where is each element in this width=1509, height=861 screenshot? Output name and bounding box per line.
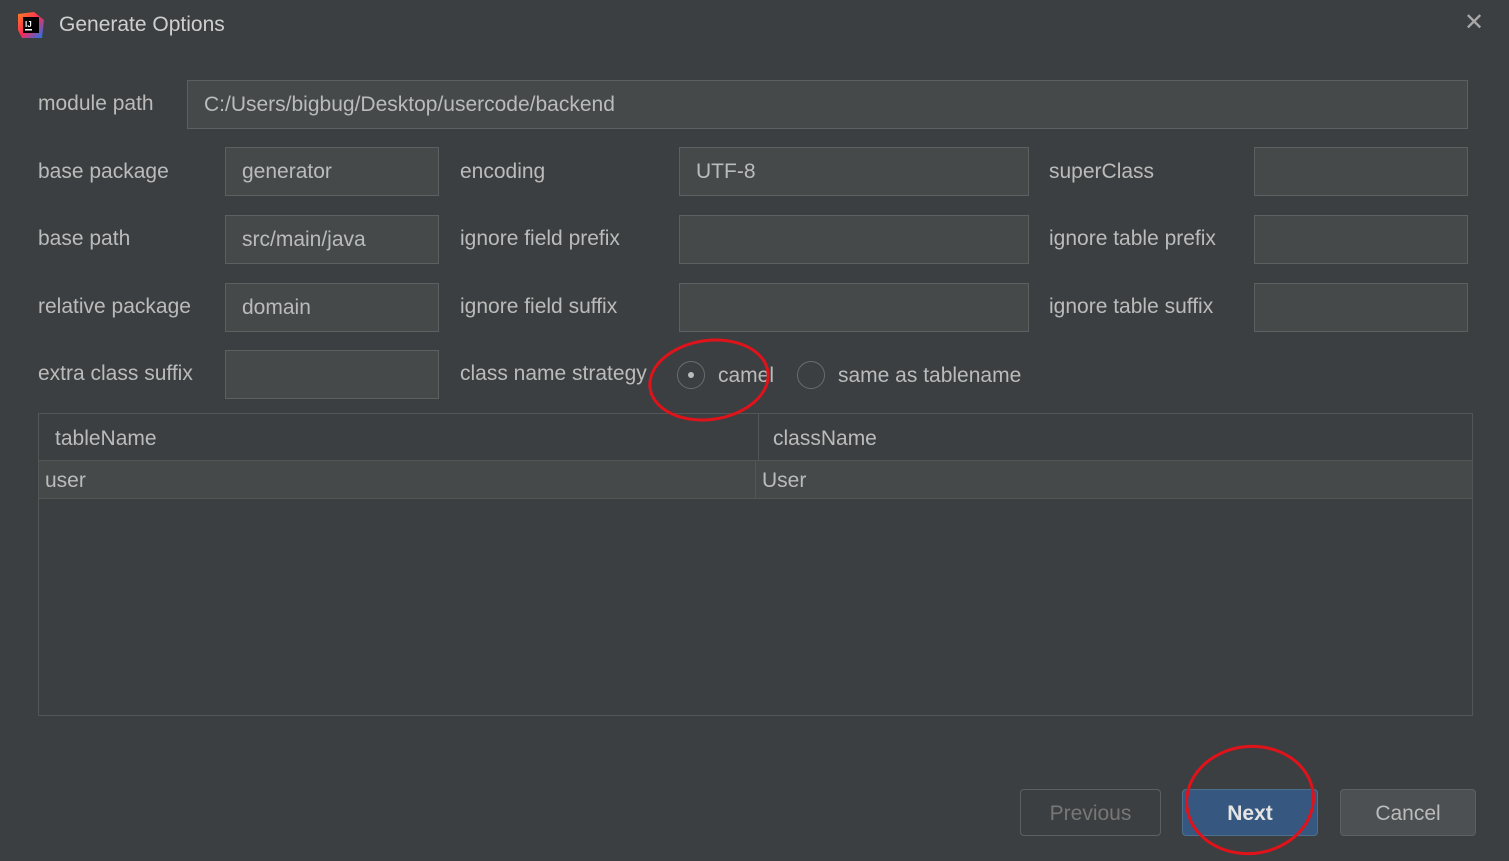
column-header-tablename[interactable]: tableName: [39, 414, 157, 461]
cell-tablename[interactable]: user: [45, 461, 86, 499]
camel-radio[interactable]: [677, 361, 705, 389]
intellij-icon: IJ: [18, 12, 44, 38]
title-bar: IJ Generate Options ✕: [0, 0, 1509, 50]
next-button[interactable]: Next: [1182, 789, 1318, 836]
cell-divider: [755, 461, 756, 499]
table-header: tableName className: [39, 414, 1472, 461]
class-name-strategy-label: class name strategy: [460, 362, 647, 385]
svg-text:IJ: IJ: [25, 20, 32, 29]
camel-radio-label[interactable]: camel: [718, 364, 774, 388]
ignore-field-prefix-input[interactable]: [679, 215, 1029, 264]
superclass-input[interactable]: [1254, 147, 1468, 196]
close-icon[interactable]: ✕: [1460, 9, 1488, 37]
module-path-input[interactable]: C:/Users/bigbug/Desktop/usercode/backend: [187, 80, 1468, 129]
extra-class-suffix-label: extra class suffix: [38, 362, 193, 385]
superclass-label: superClass: [1049, 160, 1155, 183]
column-header-classname[interactable]: className: [757, 414, 877, 461]
base-package-label: base package: [38, 160, 169, 183]
ignore-field-suffix-input[interactable]: [679, 283, 1029, 332]
radio-selected-dot: [688, 372, 694, 378]
table-mapping-grid[interactable]: tableName className user User: [38, 413, 1473, 716]
ignore-field-suffix-label: ignore field suffix: [460, 295, 618, 318]
relative-package-input[interactable]: domain: [225, 283, 439, 332]
table-row[interactable]: user User: [39, 461, 1472, 499]
relative-package-label: relative package: [38, 295, 191, 318]
ignore-table-prefix-label: ignore table prefix: [1049, 227, 1216, 250]
previous-button[interactable]: Previous: [1020, 789, 1161, 836]
base-path-input[interactable]: src/main/java: [225, 215, 439, 264]
same-as-tablename-radio[interactable]: [797, 361, 825, 389]
cell-classname[interactable]: User: [762, 461, 806, 499]
ignore-table-prefix-input[interactable]: [1254, 215, 1468, 264]
extra-class-suffix-input[interactable]: [225, 350, 439, 399]
same-as-tablename-radio-label[interactable]: same as tablename: [838, 364, 1021, 388]
base-package-input[interactable]: generator: [225, 147, 439, 196]
module-path-label: module path: [38, 92, 154, 115]
ignore-table-suffix-label: ignore table suffix: [1049, 295, 1214, 318]
encoding-label: encoding: [460, 160, 546, 183]
window-title: Generate Options: [59, 13, 225, 36]
ignore-table-suffix-input[interactable]: [1254, 283, 1468, 332]
encoding-input[interactable]: UTF-8: [679, 147, 1029, 196]
base-path-label: base path: [38, 227, 131, 250]
ignore-field-prefix-label: ignore field prefix: [460, 227, 620, 250]
cancel-button[interactable]: Cancel: [1340, 789, 1476, 836]
